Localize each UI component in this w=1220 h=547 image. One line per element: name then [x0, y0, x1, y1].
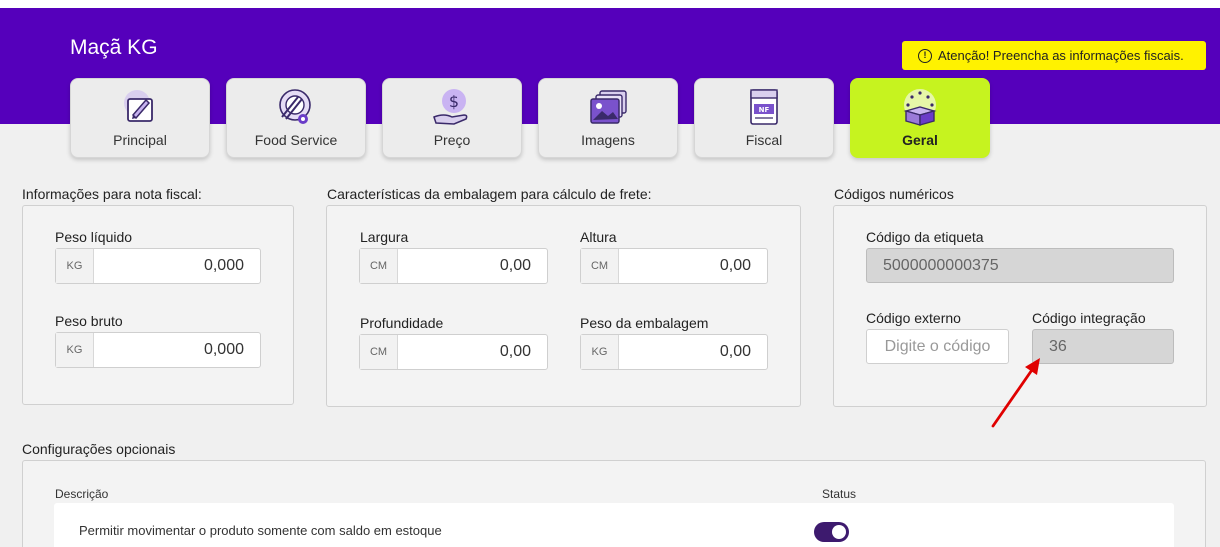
- input-value: 0,00: [499, 343, 531, 360]
- tab-fiscal[interactable]: NF Fiscal: [694, 78, 834, 158]
- tab-label: Principal: [113, 132, 167, 148]
- codigo-externo-label: Código externo: [866, 310, 961, 326]
- exclamation-circle-icon: !: [918, 48, 932, 63]
- unit-addon: KG: [56, 249, 94, 283]
- peso-liquido-label: Peso líquido: [55, 229, 133, 245]
- top-strip: [0, 0, 1220, 8]
- dollar-hand-icon: $: [430, 87, 474, 127]
- tab-food-service[interactable]: Food Service: [226, 78, 366, 158]
- tab-label: Preço: [433, 132, 471, 148]
- images-icon: [586, 87, 630, 127]
- input-value: 0,000: [203, 341, 244, 358]
- peso-liquido-input[interactable]: KG 0,000: [55, 248, 261, 284]
- embalagem-section-title: Características da embalagem para cálcul…: [327, 186, 652, 202]
- codigo-integracao-field: 36: [1032, 329, 1174, 364]
- largura-label: Largura: [360, 229, 409, 245]
- unit-addon: CM: [360, 249, 398, 283]
- opcionais-section-title: Configurações opcionais: [22, 441, 176, 457]
- pencil-icon: [118, 87, 162, 127]
- profundidade-label: Profundidade: [360, 315, 444, 331]
- unit-addon: KG: [581, 335, 619, 369]
- peso-bruto-input[interactable]: KG 0,000: [55, 332, 261, 368]
- tab-imagens[interactable]: Imagens: [538, 78, 678, 158]
- col-descricao-header: Descrição: [55, 487, 109, 501]
- input-value: 0,00: [499, 257, 531, 274]
- tab-geral[interactable]: Geral: [850, 78, 990, 158]
- svg-text:NF: NF: [759, 106, 770, 114]
- altura-label: Altura: [580, 229, 617, 245]
- codigo-integracao-label: Código integração: [1032, 310, 1146, 326]
- peso-bruto-label: Peso bruto: [55, 313, 123, 329]
- input-value: 0,00: [719, 343, 751, 360]
- peso-embalagem-input[interactable]: KG 0,00: [580, 334, 768, 370]
- fiscal-section-title: Informações para nota fiscal:: [22, 186, 202, 202]
- toggle-knob: [832, 525, 846, 539]
- plate-cutlery-icon: [274, 87, 318, 127]
- box-icon: [898, 87, 942, 127]
- tab-label: Geral: [902, 132, 938, 148]
- option-description: Permitir movimentar o produto somente co…: [79, 523, 442, 538]
- nf-document-icon: NF: [742, 87, 786, 127]
- col-status-header: Status: [822, 487, 857, 501]
- codigo-etiqueta-field: 5000000000375: [866, 248, 1174, 283]
- svg-text:$: $: [449, 92, 459, 111]
- unit-addon: KG: [56, 333, 94, 367]
- unit-addon: CM: [581, 249, 619, 283]
- profundidade-input[interactable]: CM 0,00: [359, 334, 548, 370]
- input-value: 0,00: [719, 257, 751, 274]
- peso-embalagem-label: Peso da embalagem: [580, 315, 709, 331]
- annotation-arrow-icon: [991, 358, 1040, 428]
- codigo-etiqueta-label: Código da etiqueta: [866, 229, 984, 245]
- unit-addon: CM: [360, 335, 398, 369]
- altura-input[interactable]: CM 0,00: [580, 248, 768, 284]
- alert-text: Atenção! Preencha as informações fiscais…: [938, 48, 1184, 63]
- tab-principal[interactable]: Principal: [70, 78, 210, 158]
- fiscal-alert[interactable]: ! Atenção! Preencha as informações fisca…: [902, 41, 1206, 70]
- tab-label: Food Service: [254, 132, 338, 148]
- tab-label: Imagens: [581, 132, 635, 148]
- tab-preco[interactable]: $ Preço: [382, 78, 522, 158]
- status-toggle[interactable]: [814, 522, 849, 542]
- input-value: 0,000: [203, 257, 244, 274]
- codigos-section-title: Códigos numéricos: [834, 186, 954, 202]
- largura-input[interactable]: CM 0,00: [359, 248, 548, 284]
- product-title: Maçã KG: [70, 36, 158, 59]
- tab-label: Fiscal: [745, 132, 783, 148]
